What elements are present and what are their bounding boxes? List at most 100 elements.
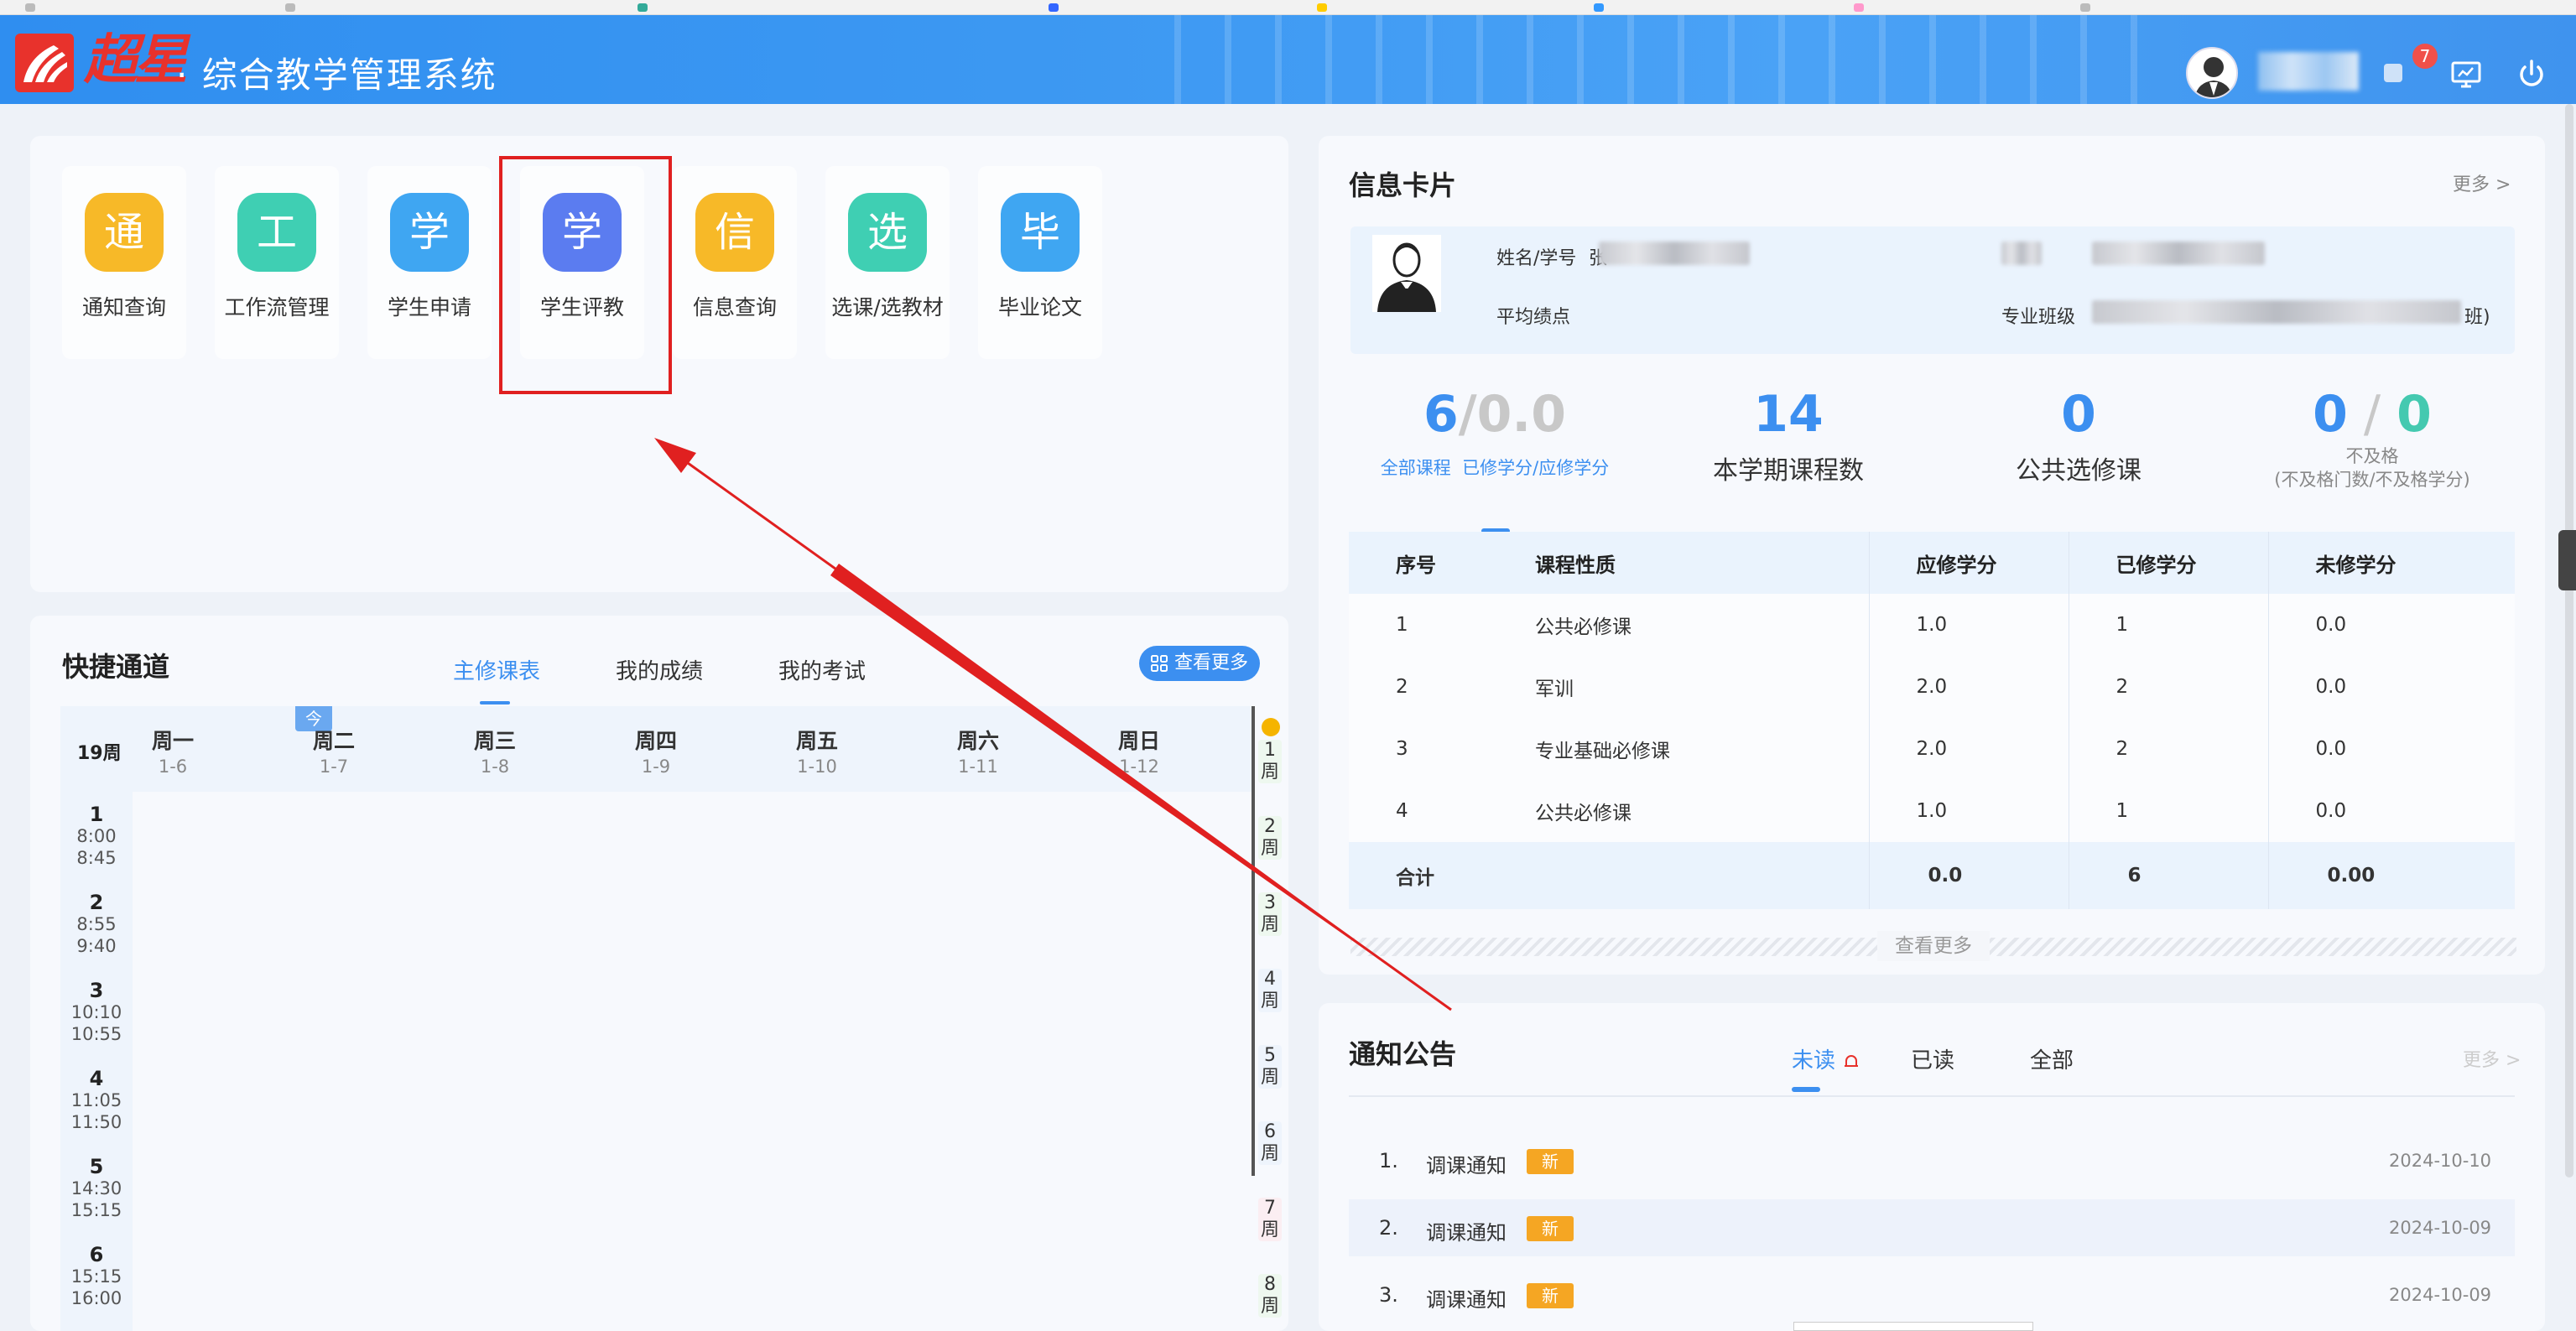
app-tile[interactable]: 通通知查询 bbox=[62, 166, 186, 359]
period-number: 1 bbox=[89, 803, 104, 826]
stat-credits[interactable]: 6/0.0 全部课程 已修学分/应修学分 bbox=[1352, 384, 1637, 480]
period-label: 3 10:10 10:55 bbox=[60, 980, 133, 1045]
week-selector[interactable]: 1 周 2 周 3 周 4 周 5 周 6 周 7 周 8 周 bbox=[1252, 706, 1282, 1331]
weekday-name: 周二 bbox=[312, 729, 355, 753]
week-up-icon[interactable] bbox=[1262, 718, 1280, 736]
notice-text[interactable]: 调课通知 bbox=[1426, 1283, 1507, 1313]
weekday-header: 周六 1-11 bbox=[928, 725, 1028, 777]
tab-major-timetable[interactable]: 主修课表 bbox=[453, 654, 540, 685]
weekday-name: 周一 bbox=[151, 729, 194, 753]
bookmark-icon[interactable] bbox=[637, 3, 648, 12]
week-item[interactable]: 2 周 bbox=[1258, 816, 1282, 860]
col-header: 已修学分 bbox=[2068, 532, 2268, 594]
bookmark-icon[interactable] bbox=[1594, 3, 1604, 12]
notice-index: 2. bbox=[1379, 1216, 1398, 1240]
student-photo bbox=[1372, 235, 1441, 312]
stat-failed[interactable]: 0 / 0 不及格 (不及格门数/不及格学分) bbox=[2230, 384, 2515, 491]
bottom-popup[interactable] bbox=[1793, 1322, 2033, 1331]
side-drawer-handle[interactable] bbox=[2558, 530, 2576, 590]
bookmark-icon[interactable] bbox=[1049, 3, 1059, 12]
app-tile[interactable]: 毕毕业论文 bbox=[978, 166, 1102, 359]
bookmark-icon[interactable] bbox=[1854, 3, 1864, 12]
failed-sub-label: (不及格门数/不及格学分) bbox=[2274, 470, 2470, 490]
notice-text[interactable]: 调课通知 bbox=[1426, 1149, 1507, 1178]
week-item[interactable]: 8 周 bbox=[1258, 1274, 1282, 1318]
week-item[interactable]: 5 周 bbox=[1258, 1045, 1282, 1089]
period-label: 5 14:30 15:15 bbox=[60, 1156, 133, 1221]
info-more-link[interactable]: 更多 > bbox=[2453, 169, 2511, 196]
bookmark-icon[interactable] bbox=[1317, 3, 1327, 12]
stat-course-count[interactable]: 14 本学期课程数 bbox=[1646, 384, 1931, 486]
table-cell: 3 bbox=[1349, 718, 1488, 780]
period-end: 9:40 bbox=[76, 936, 117, 956]
table-cell: 0.0 bbox=[2267, 594, 2515, 656]
col-header: 序号 bbox=[1349, 532, 1488, 594]
bookmark-icon[interactable] bbox=[285, 3, 295, 12]
page-scrollbar[interactable] bbox=[2565, 104, 2573, 1178]
monitor-icon[interactable] bbox=[2449, 57, 2483, 91]
app-tile[interactable]: 学学生申请 bbox=[367, 166, 492, 359]
stat-electives[interactable]: 0 公共选修课 bbox=[1936, 384, 2221, 486]
major-class-redacted bbox=[2092, 300, 2461, 324]
major-class-suffix: 班) bbox=[2464, 307, 2490, 328]
bookmark-icon[interactable] bbox=[25, 3, 35, 12]
total-cell: 0.0 bbox=[1868, 842, 2069, 909]
notice-active-indicator bbox=[1792, 1087, 1820, 1092]
week-scrollbar[interactable] bbox=[1252, 706, 1255, 1176]
week-item[interactable]: 4 周 bbox=[1258, 969, 1282, 1012]
week-item[interactable]: 3 周 bbox=[1258, 892, 1282, 936]
app-label: 选课/选教材 bbox=[831, 295, 944, 320]
period-number: 4 bbox=[89, 1067, 104, 1090]
tab-unread[interactable]: 未读 bbox=[1792, 1043, 1860, 1074]
user-avatar[interactable] bbox=[2186, 47, 2238, 99]
view-more-button[interactable]: 查看更多 bbox=[1139, 646, 1260, 681]
period-start: 8:55 bbox=[76, 914, 117, 934]
app-label: 毕业论文 bbox=[997, 295, 1082, 320]
week-item[interactable]: 7 周 bbox=[1258, 1198, 1282, 1241]
notice-text[interactable]: 调课通知 bbox=[1426, 1216, 1507, 1245]
credit-table: 序号 课程性质 应修学分 已修学分 未修学分 1 公共必修课 1.0 1 0.0 2 军训 2… bbox=[1349, 532, 2515, 909]
message-icon[interactable] bbox=[2381, 59, 2406, 89]
notice-item[interactable]: 3. 调课通知新 2024-10-09 bbox=[1349, 1266, 2515, 1323]
notice-date: 2024-10-09 bbox=[2389, 1285, 2492, 1305]
power-icon[interactable] bbox=[2515, 57, 2548, 91]
tab-my-exams[interactable]: 我的考试 bbox=[778, 654, 866, 685]
app-tile[interactable]: 信信息查询 bbox=[673, 166, 797, 359]
weekday-header: 周三 1-8 bbox=[445, 725, 545, 777]
period-number: 2 bbox=[89, 891, 104, 914]
week-item[interactable]: 6 周 bbox=[1258, 1121, 1282, 1165]
table-cell: 0.0 bbox=[2267, 718, 2515, 780]
major-class-label: 专业班级 bbox=[2001, 307, 2076, 328]
timetable-header: 19周 今 周一 1-6 周二 1-7 周三 1-8 周四 1-9 周五 1-10 周六 1-11 周日… bbox=[60, 706, 1252, 792]
tab-all[interactable]: 全部 bbox=[2030, 1043, 2074, 1074]
col-header: 未修学分 bbox=[2267, 532, 2515, 594]
col-header: 应修学分 bbox=[1868, 532, 2069, 594]
period-end: 10:55 bbox=[70, 1024, 122, 1044]
week-item[interactable]: 1 周 bbox=[1258, 740, 1282, 783]
new-badge: 新 bbox=[1527, 1149, 1574, 1174]
tab-read[interactable]: 已读 bbox=[1911, 1043, 1954, 1074]
app-tile[interactable]: 选选课/选教材 bbox=[825, 166, 950, 359]
info-view-more-link[interactable]: 查看更多 bbox=[1877, 931, 1990, 961]
bookmark-icon[interactable] bbox=[2080, 3, 2090, 12]
app-icon: 信 bbox=[695, 193, 774, 272]
notice-item[interactable]: 1. 调课通知新 2024-10-10 bbox=[1349, 1132, 2515, 1189]
period-end: 11:50 bbox=[70, 1112, 122, 1132]
table-cell: 军训 bbox=[1488, 656, 1869, 718]
notice-more-link[interactable]: 更多 > bbox=[2463, 1045, 2521, 1072]
table-cell: 2.0 bbox=[1868, 656, 2069, 718]
credits-all-courses-link[interactable]: 全部课程 bbox=[1381, 458, 1451, 478]
notice-index: 3. bbox=[1379, 1283, 1398, 1307]
table-row: 2 军训 2.0 2 0.0 bbox=[1349, 656, 2515, 718]
app-label: 学生申请 bbox=[387, 295, 471, 320]
table-total-row: 合计 0.0 6 0.00 bbox=[1349, 842, 2515, 909]
tab-unread-label: 未读 bbox=[1792, 1048, 1836, 1074]
failed-label: 不及格 bbox=[2345, 446, 2399, 466]
table-cell: 1.0 bbox=[1868, 594, 2069, 656]
username-redacted[interactable] bbox=[2258, 52, 2359, 91]
tab-my-grades[interactable]: 我的成绩 bbox=[616, 654, 703, 685]
app-tile[interactable]: 工工作流管理 bbox=[215, 166, 339, 359]
grid-icon bbox=[1151, 655, 1168, 672]
notice-item[interactable]: 2. 调课通知新 2024-10-09 bbox=[1349, 1199, 2515, 1256]
table-cell: 1 bbox=[2068, 594, 2268, 656]
